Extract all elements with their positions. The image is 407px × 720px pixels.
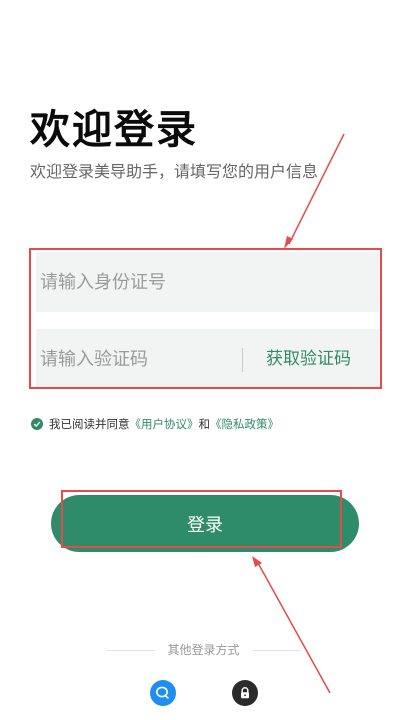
annotation-box-form [29,248,382,389]
divider-line-right [252,650,300,651]
lock-icon [241,687,249,699]
arrow-to-form [288,133,345,245]
chat-icon [156,686,169,699]
page-subtitle: 欢迎登录美导助手，请填写您的用户信息 [30,162,319,181]
page-title: 欢迎登录 [30,107,198,153]
lock-login-button[interactable] [232,680,258,706]
agreement-row: 我已阅读并同意 《用户协议》 和 《隐私政策》 [31,415,279,433]
other-login-label: 其他登录方式 [167,643,240,657]
check-icon[interactable] [31,418,43,430]
chat-login-button[interactable] [150,680,176,706]
agreement-and: 和 [198,417,211,431]
arrowhead-login [252,556,262,567]
agreement-prefix: 我已阅读并同意 [49,417,130,431]
annotation-box-login-button [61,490,342,548]
privacy-policy-link[interactable]: 《隐私政策》 [210,416,279,432]
user-agreement-link[interactable]: 《用户协议》 [130,416,199,432]
arrow-to-login [257,562,331,694]
